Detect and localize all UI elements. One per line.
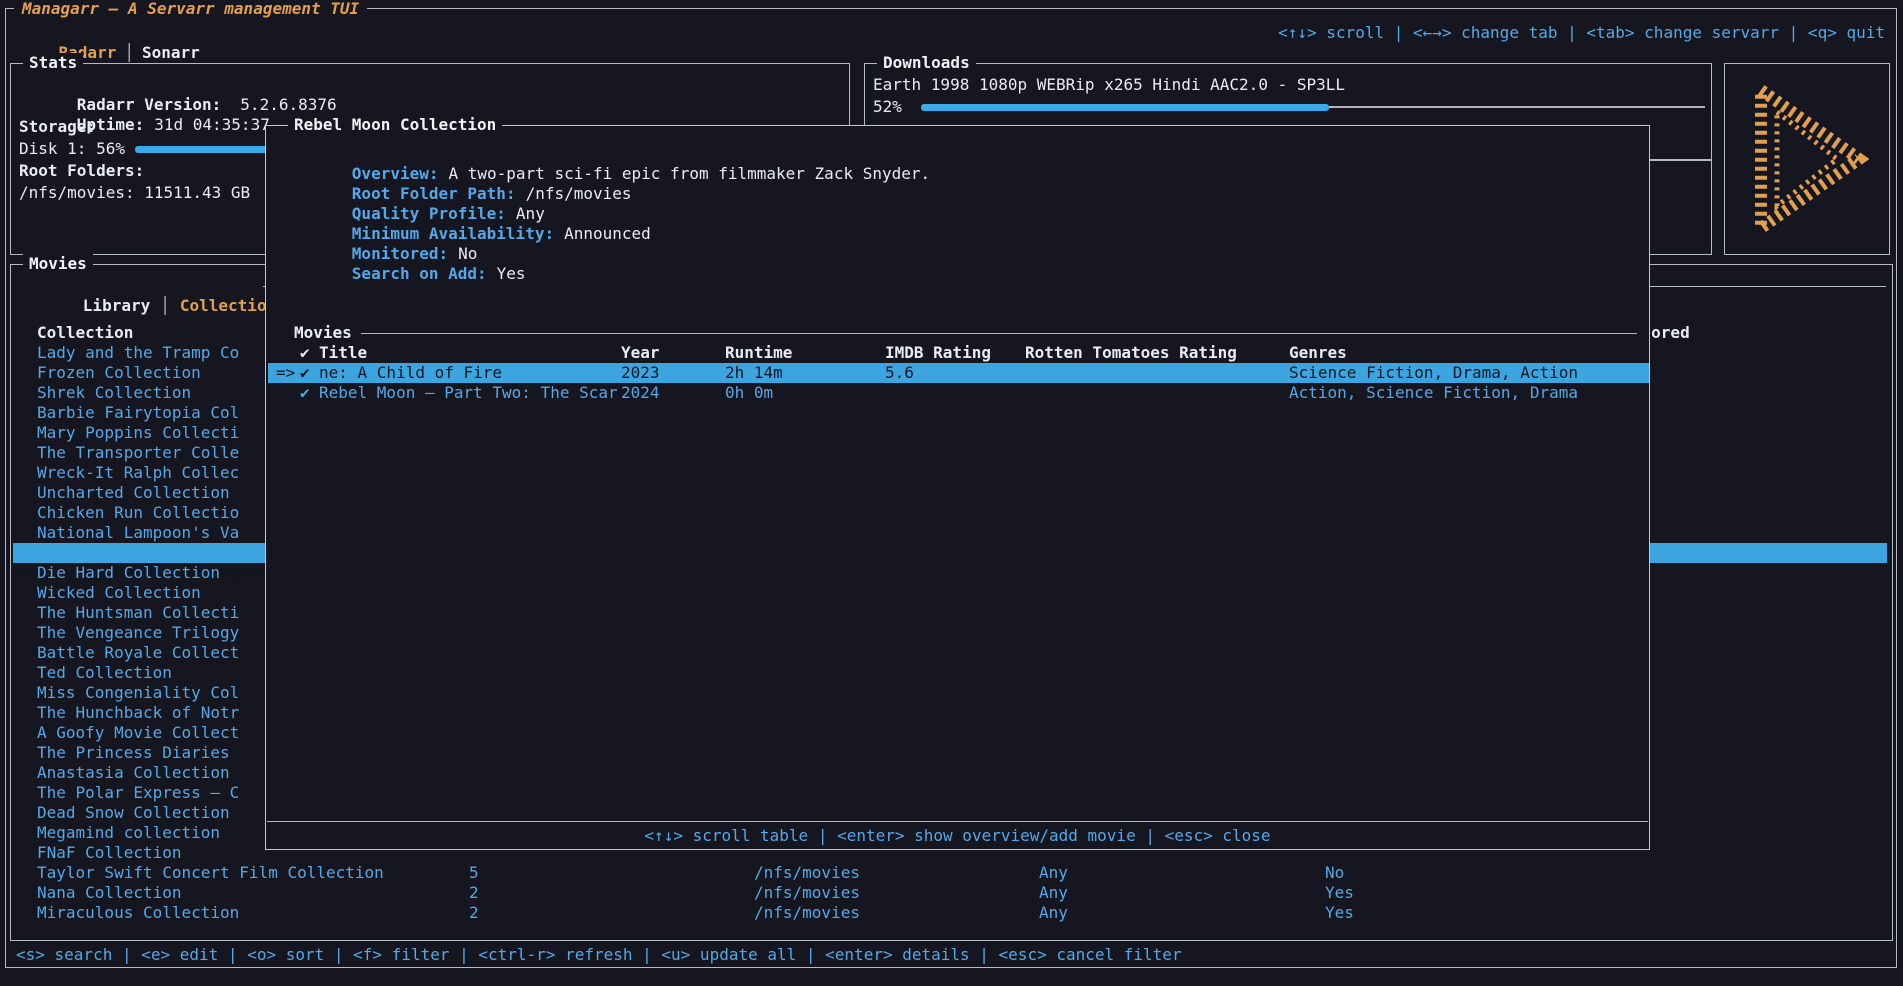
row-quality: Any [1039, 863, 1068, 883]
row-search-on-add: Yes [1325, 883, 1354, 903]
collection-details-dialog: Rebel Moon Collection Overview:A two-par… [265, 125, 1650, 850]
movie-year: 2024 [621, 383, 660, 403]
header-year: Year [621, 343, 660, 363]
app-window: Managarr – A Servarr management TUI Rada… [0, 0, 1903, 986]
row-root: /nfs/movies [754, 903, 860, 923]
monitored-mark: ✔ [300, 383, 310, 403]
row-root: /nfs/movies [754, 883, 860, 903]
movies-panel-title: Movies [23, 254, 93, 274]
download-gauge-rest [1329, 106, 1705, 108]
disk-usage-label: Disk 1: 56% [19, 139, 125, 159]
play-logo-icon [1725, 64, 1889, 254]
row-name: Nana Collection [37, 883, 182, 903]
search-on-add-label: Search on Add: [352, 264, 487, 283]
root-folder-value: /nfs/movies: 11511.43 GB [19, 183, 250, 203]
tab-divider: │ [116, 43, 142, 62]
app-title: Managarr – A Servarr management TUI [14, 0, 367, 19]
storage-label: Storage: [19, 117, 96, 137]
movie-imdb-rating: 5.6 [885, 363, 914, 383]
row-movies: 2 [469, 883, 479, 903]
logo-panel [1724, 63, 1890, 255]
stats-panel-title: Stats [23, 53, 83, 73]
row-root: /nfs/movies [754, 863, 860, 883]
movie-genres: Science Fiction, Drama, Action [1289, 363, 1578, 383]
top-keybinds: <↑↓> scroll | <←→> change tab | <tab> ch… [1278, 23, 1885, 43]
movie-genres: Action, Science Fiction, Drama [1289, 383, 1578, 403]
dialog-title: Rebel Moon Collection [288, 115, 502, 135]
help-bar: <s> search | <e> edit | <o> sort | <f> f… [16, 945, 1182, 965]
row-name: Miraculous Collection [37, 903, 239, 923]
header-runtime: Runtime [725, 343, 792, 363]
movie-year: 2023 [621, 363, 660, 383]
collection-column-header: Collection [37, 323, 133, 343]
selection-arrow: => [276, 363, 295, 383]
uptime-value: 31d 04:35:37 [154, 115, 270, 134]
tab-divider: │ [150, 296, 180, 315]
tab-library[interactable]: Library [83, 296, 150, 315]
collection-row[interactable]: Taylor Swift Concert Film Collection 5 /… [11, 863, 1887, 883]
monitored-mark: ✔ [300, 363, 310, 383]
tab-sonarr[interactable]: Sonarr [142, 43, 200, 62]
row-name: Taylor Swift Concert Film Collection [37, 863, 384, 883]
collection-row[interactable]: Nana Collection 2 /nfs/movies Any Yes [11, 883, 1887, 903]
row-movies: 2 [469, 903, 479, 923]
header-title: Title [319, 343, 367, 363]
movies-table-header: ✔ Title Year Runtime IMDB Rating Rotten … [266, 343, 1649, 363]
row-search-on-add: No [1325, 863, 1344, 883]
download-item-title[interactable]: Earth 1998 1080p WEBRip x265 Hindi AAC2.… [873, 75, 1345, 95]
movie-row[interactable]: ✔ Rebel Moon – Part Two: The Scar 2024 0… [268, 383, 1649, 403]
collection-row[interactable]: Miraculous Collection 2 /nfs/movies Any … [11, 903, 1887, 923]
movies-section-rule [361, 333, 1637, 334]
header-imdb-rating: IMDB Rating [885, 343, 991, 363]
minimum-availability-value: Announced [564, 224, 651, 243]
root-folders-label: Root Folders: [19, 161, 144, 181]
movies-section-title: Movies [294, 323, 352, 343]
servarr-tabs: Radarr│Sonarr [20, 23, 200, 43]
downloads-panel-title: Downloads [877, 53, 976, 73]
download-percent: 52% [873, 97, 902, 117]
row-quality: Any [1039, 903, 1068, 923]
movie-row-selected[interactable]: => ✔ ne: A Child of Fire 2023 2h 14m 5.6… [268, 363, 1649, 383]
row-search-on-add: Yes [1325, 903, 1354, 923]
movie-title: ne: A Child of Fire [319, 363, 502, 383]
row-quality: Any [1039, 883, 1068, 903]
search-on-add-value: Yes [497, 264, 526, 283]
row-movies: 5 [469, 863, 479, 883]
movie-runtime: 0h 0m [725, 383, 773, 403]
dialog-footer-rule [267, 821, 1648, 822]
dialog-keybinds: <↑↓> scroll table | <enter> show overvie… [266, 826, 1649, 846]
movie-runtime: 2h 14m [725, 363, 783, 383]
header-genres: Genres [1289, 343, 1347, 363]
header-monitored-mark: ✔ [300, 343, 310, 363]
movie-title: Rebel Moon – Part Two: The Scar [319, 383, 618, 403]
download-gauge-fill [921, 104, 1329, 111]
header-rotten-tomatoes-rating: Rotten Tomatoes Rating [1025, 343, 1237, 363]
